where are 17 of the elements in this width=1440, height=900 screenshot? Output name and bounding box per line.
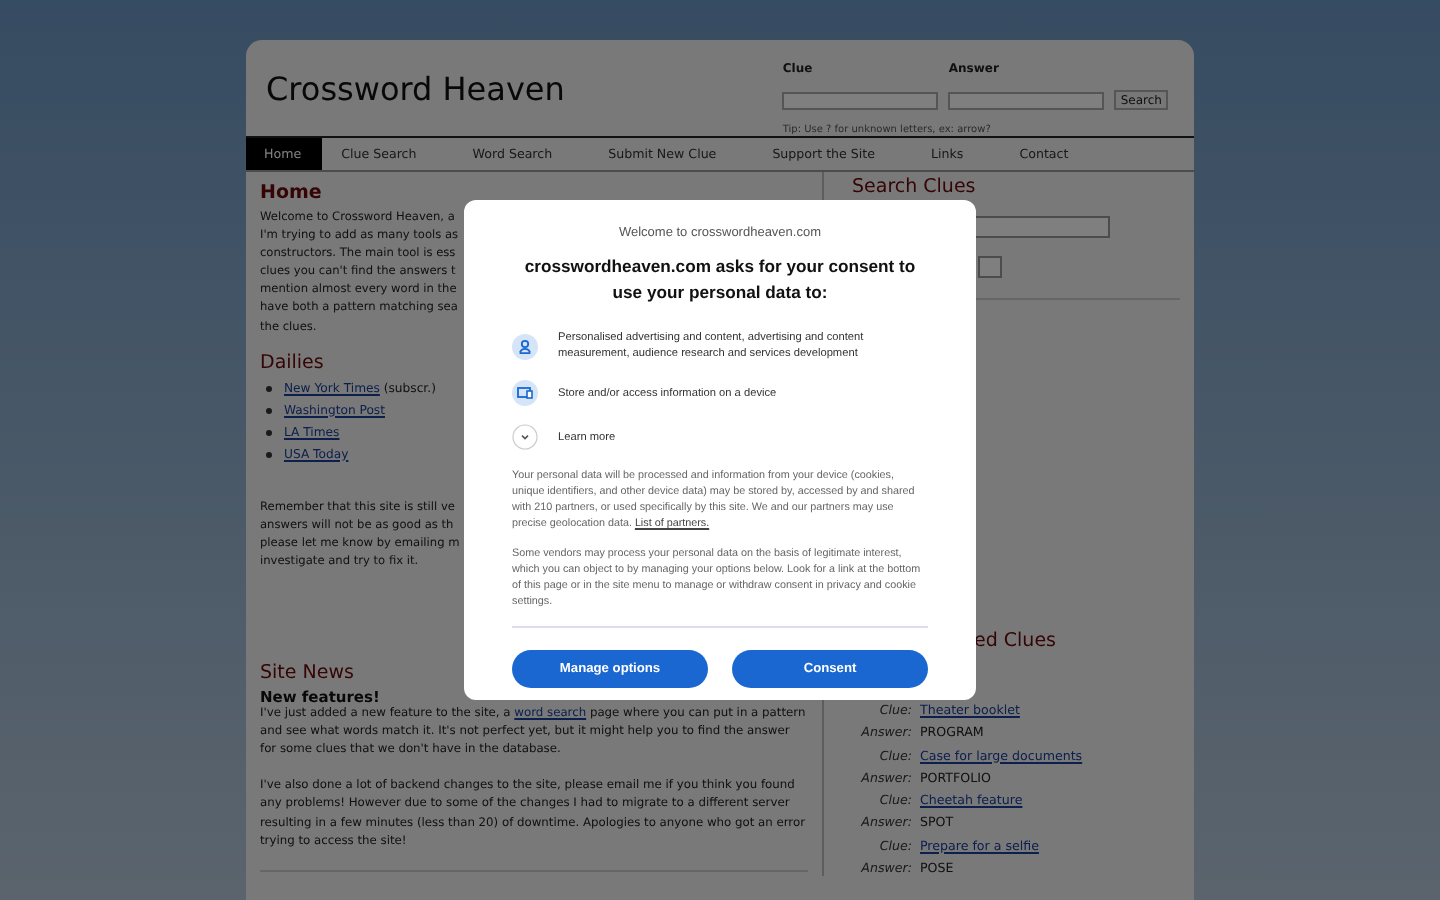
bullet-icon: [266, 407, 272, 414]
chevron-down-icon[interactable]: [512, 424, 538, 450]
person-icon: [512, 333, 538, 359]
site-title: Crossword Heaven: [266, 70, 565, 112]
bullet-icon: [266, 429, 272, 436]
dialog-title: crosswordheaven.com asks for your consent to use your personal data to:: [522, 254, 918, 306]
section-heading: Dailies: [260, 351, 324, 374]
page-heading: Home: [260, 182, 322, 204]
bullet-icon: [266, 451, 272, 458]
sidebar-heading: ed Clues: [974, 630, 1056, 652]
clue-field[interactable]: [782, 92, 939, 110]
device-icon: [512, 380, 538, 406]
letters-field[interactable]: [978, 256, 1002, 278]
answer-field[interactable]: [948, 92, 1105, 110]
section-heading: Site News: [260, 662, 354, 685]
sidebar-heading: Search Clues: [852, 176, 976, 198]
bullet-icon: [266, 385, 272, 392]
